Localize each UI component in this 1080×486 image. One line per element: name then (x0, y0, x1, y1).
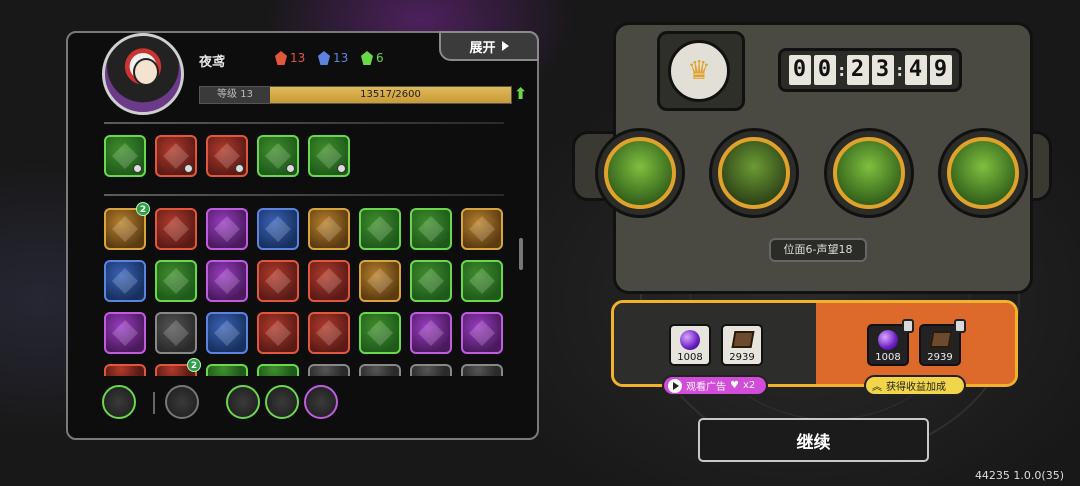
level-dot-icon (286, 164, 295, 173)
flame-wall-icon[interactable] (206, 208, 248, 250)
green-burst-icon[interactable] (410, 260, 452, 302)
hero-slot[interactable] (709, 128, 799, 218)
player-name: 夜鸢 (199, 55, 226, 70)
green-resource: 6 (361, 51, 384, 65)
xp-text: 13517/2600 (360, 89, 421, 100)
partial-skill-icon[interactable] (461, 364, 503, 376)
spellbook-icon[interactable] (206, 260, 248, 302)
triangle-right-icon (501, 41, 509, 51)
base-rewards: 1008 2939 (614, 303, 816, 384)
purple-gem-icon (680, 330, 700, 350)
eye-orb-icon[interactable] (104, 312, 146, 354)
glasses-boy-icon (947, 137, 1019, 209)
match-board: ♛ 0 0 : 2 3 : 4 9 位面6-声望18 (568, 16, 1058, 294)
emerald-blade-icon[interactable] (359, 312, 401, 354)
hero-slot[interactable] (824, 128, 914, 218)
partial-skill-icon[interactable] (206, 364, 248, 376)
skill-grid-scrollbar[interactable] (519, 238, 523, 270)
trio-orb-icon[interactable] (226, 385, 260, 419)
green-crystal-icon (361, 51, 373, 65)
leaf-spike-icon[interactable] (308, 135, 350, 177)
expand-button[interactable]: 展开 (439, 31, 539, 61)
shadow-hand-icon[interactable] (257, 208, 299, 250)
purple-gem-icon (878, 330, 898, 350)
rank-badge-icon[interactable] (257, 260, 299, 302)
lock-icon (954, 319, 966, 333)
game-screen: 夜鸢 13 13 6 展开 等级 13 13517/2600 ⬆ 2 2 ♛ 0 … (0, 0, 1080, 486)
pistol-icon[interactable] (165, 385, 199, 419)
level-dot-icon (184, 164, 193, 173)
sun-gear-icon[interactable] (155, 312, 197, 354)
hooded-shadow-icon (604, 137, 676, 209)
fire-blast-icon[interactable] (257, 135, 299, 177)
match-timer: 0 0 : 2 3 : 4 9 (778, 48, 962, 92)
rank-frame: ♛ (657, 31, 745, 111)
lightning-icon[interactable] (359, 260, 401, 302)
crossed-blades-icon[interactable] (104, 135, 146, 177)
bullets-icon[interactable] (308, 260, 350, 302)
runner-icon[interactable] (206, 312, 248, 354)
level-dot-icon (235, 164, 244, 173)
wind-cut-icon[interactable] (308, 208, 350, 250)
level-dot-icon (337, 164, 346, 173)
silver-ring-icon[interactable] (265, 385, 299, 419)
get-bonus-button[interactable]: ︽ 获得收益加成 (864, 375, 966, 396)
level-progress-bar: 等级 13 13517/2600 (199, 86, 512, 104)
lock-icon (902, 319, 914, 333)
build-panel: 夜鸢 13 13 6 展开 等级 13 13517/2600 ⬆ 2 2 (66, 31, 539, 440)
grab-hand-icon[interactable] (461, 312, 503, 354)
partial-skill-icon[interactable] (359, 364, 401, 376)
play-icon (668, 378, 682, 393)
brown-book-icon (731, 331, 755, 348)
hero-slot[interactable] (938, 128, 1028, 218)
partial-skill-icon[interactable] (104, 364, 146, 376)
blue-crystal-icon (318, 51, 330, 65)
gear-target-icon[interactable] (461, 208, 503, 250)
book-reward: 2939 (721, 324, 763, 366)
level-up-arrow-icon[interactable]: ⬆ (514, 84, 528, 104)
skull-strike-icon[interactable] (206, 135, 248, 177)
heal-shield-icon[interactable] (155, 260, 197, 302)
continue-button[interactable]: 继续 (698, 418, 929, 462)
red-resource: 13 (275, 51, 305, 65)
skill-count-badge: 2 (187, 358, 201, 372)
armored-beast-icon (833, 137, 905, 209)
brown-book-icon (929, 331, 953, 348)
player-avatar[interactable] (102, 33, 184, 115)
frost-dragon-icon[interactable] (104, 260, 146, 302)
triple-claw-icon[interactable] (257, 312, 299, 354)
version-label: 44235 1.0.0(35) (974, 469, 1064, 482)
claw-slash-icon[interactable] (155, 135, 197, 177)
section-divider (104, 194, 504, 196)
heart-icon: ♥ (730, 380, 739, 391)
spiral-icon[interactable] (155, 208, 197, 250)
section-divider (104, 122, 504, 124)
red-slash-icon[interactable] (308, 312, 350, 354)
red-crystal-icon (275, 51, 287, 65)
purple-gem-reward: 1008 (669, 324, 711, 366)
watch-ad-button[interactable]: 观看广告 ♥ x2 (662, 375, 768, 396)
bonus-rewards: 1008 2939 (816, 303, 1015, 384)
item-separator (153, 392, 155, 414)
skill-count-badge: 2 (136, 202, 150, 216)
partial-skill-icon[interactable] (308, 364, 350, 376)
partial-skill-icon[interactable] (410, 364, 452, 376)
level-dot-icon (133, 164, 142, 173)
place-label: 位面6-声望18 (769, 238, 867, 262)
partial-skill-icon[interactable] (257, 364, 299, 376)
double-chevron-up-icon: ︽ (872, 382, 882, 393)
shatter-icon[interactable] (359, 208, 401, 250)
blue-resource: 13 (318, 51, 348, 65)
demon-mask-icon (718, 137, 790, 209)
reward-panel: 1008 2939 1008 2939 (611, 300, 1018, 387)
level-label: 等级 13 (200, 87, 270, 103)
crown-duck-icon: ♛ (668, 40, 730, 102)
green-blade-icon[interactable] (410, 208, 452, 250)
spiked-ring-icon[interactable] (102, 385, 136, 419)
witch-hat-icon[interactable] (304, 385, 338, 419)
red-beast-icon[interactable] (461, 260, 503, 302)
hero-slot[interactable] (595, 128, 685, 218)
crosshair-icon[interactable] (410, 312, 452, 354)
